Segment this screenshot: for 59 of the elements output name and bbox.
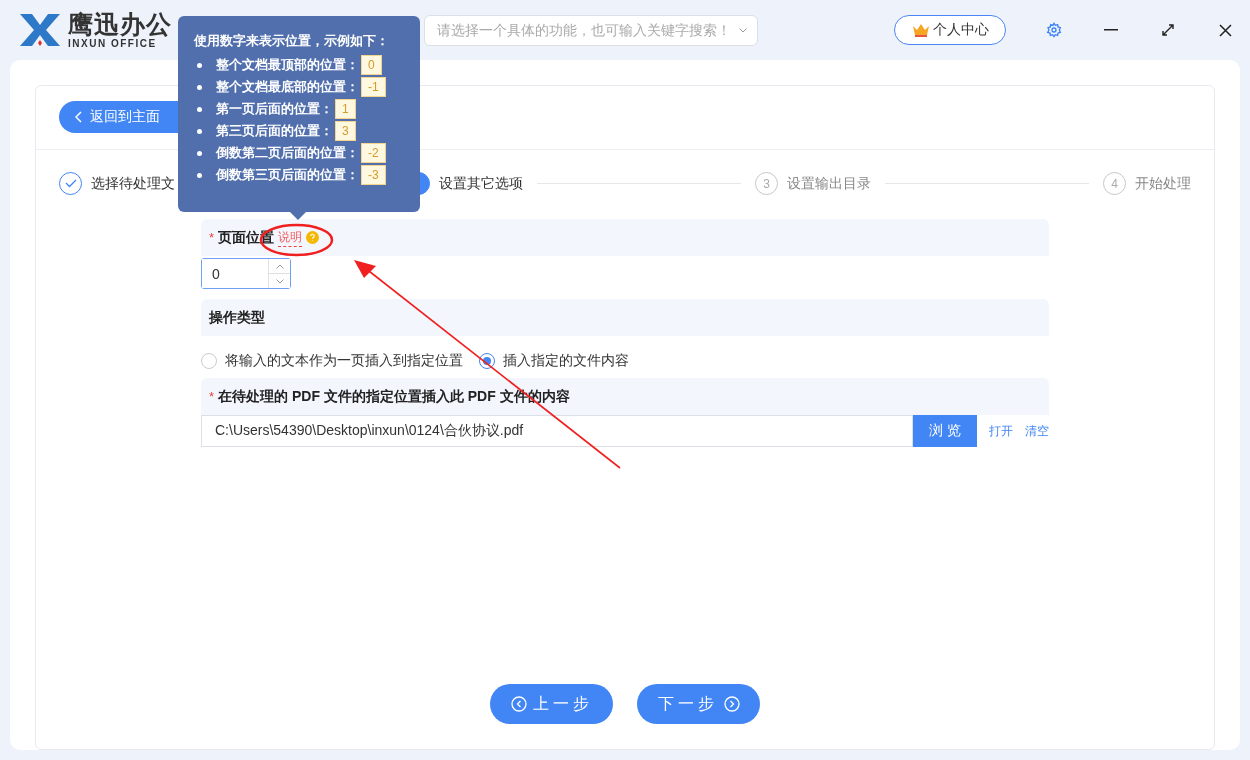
- circle-left-icon: [510, 696, 527, 712]
- settings-button[interactable]: [1044, 20, 1064, 40]
- check-icon: [64, 179, 77, 188]
- example-value: 3: [335, 121, 356, 141]
- down-chevron-icon: [275, 278, 284, 284]
- search-field[interactable]: 请选择一个具体的功能，也可输入关键字搜索！: [424, 14, 758, 46]
- section-title: 在待处理的 PDF 文件的指定位置插入此 PDF 文件的内容: [218, 387, 570, 406]
- bullet-icon: [197, 150, 202, 156]
- close-icon: [1218, 23, 1232, 37]
- tooltip-item: 第三页后面的位置：: [216, 122, 333, 140]
- bullet-icon: [197, 62, 202, 68]
- maximize-icon: [1162, 24, 1174, 36]
- chevron-left-icon: [75, 111, 82, 123]
- browse-button[interactable]: 浏 览: [913, 415, 977, 447]
- user-center-button[interactable]: 个人中心: [894, 15, 1006, 45]
- file-link[interactable]: 清空: [1025, 422, 1049, 440]
- step-label: 开始处理: [1135, 174, 1191, 193]
- tooltip-item: 整个文档最底部的位置：: [216, 78, 359, 96]
- bullet-icon: [197, 172, 202, 178]
- required-mark: *: [209, 389, 215, 404]
- step-label: 设置其它选项: [439, 174, 523, 193]
- section-title: 操作类型: [209, 308, 265, 327]
- example-value: -1: [361, 77, 386, 97]
- next-button[interactable]: 下一步: [637, 684, 760, 724]
- tooltip-item: 倒数第三页后面的位置：: [216, 166, 359, 184]
- minimize-icon: [1104, 29, 1118, 31]
- bullet-icon: [197, 84, 202, 90]
- file-link[interactable]: 打开: [989, 422, 1013, 440]
- example-value: -3: [361, 165, 386, 185]
- bullet-icon: [197, 106, 202, 112]
- bullet-icon: [197, 128, 202, 134]
- step-circle: 3: [755, 172, 778, 195]
- search-input[interactable]: 请选择一个具体的功能，也可输入关键字搜索！: [435, 21, 739, 39]
- down-chevron-icon: [739, 27, 747, 33]
- logo-subtext: INXUN OFFICE: [68, 38, 158, 49]
- tooltip-item: 整个文档最顶部的位置：: [216, 56, 359, 74]
- number-spinner[interactable]: 0: [201, 258, 291, 289]
- example-value: -2: [361, 143, 386, 163]
- step-label: 选择待处理文: [91, 174, 175, 193]
- settings-icon: [1046, 22, 1062, 38]
- circle-right-icon: [723, 696, 740, 712]
- step-circle: 4: [1103, 172, 1126, 195]
- logo-text: 鹰迅办公: [68, 11, 172, 37]
- example-value: 0: [361, 55, 382, 75]
- logo-icon: [18, 12, 62, 48]
- tooltip-title: 使用数字来表示位置，示例如下：: [194, 32, 390, 50]
- file-path-box[interactable]: C:\Users\54390\Desktop\inxun\0124\合伙协议.pdf: [201, 415, 913, 447]
- tooltip-item: 第一页后面的位置：: [216, 100, 333, 118]
- radio-option[interactable]: 插入指定的文件内容: [479, 344, 629, 378]
- required-mark: *: [209, 230, 215, 245]
- tooltip-item: 倒数第二页后面的位置：: [216, 144, 359, 162]
- radio-option[interactable]: 将输入的文本作为一页插入到指定位置: [201, 344, 463, 378]
- example-value: 1: [335, 99, 356, 119]
- step-label: 设置输出目录: [787, 174, 871, 193]
- prev-button[interactable]: 上一步: [490, 684, 613, 724]
- up-chevron-icon: [275, 263, 284, 269]
- radio-button[interactable]: [201, 353, 217, 369]
- question-icon: [306, 231, 320, 244]
- crown-icon: [911, 22, 930, 38]
